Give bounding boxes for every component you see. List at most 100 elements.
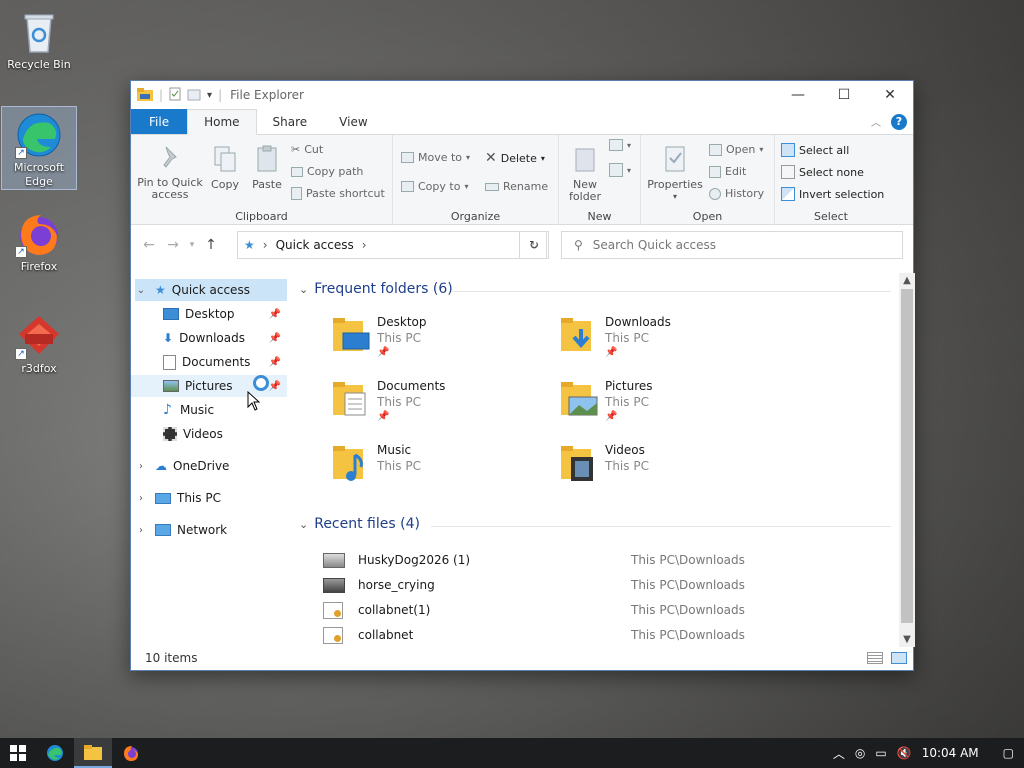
- volume-muted-icon[interactable]: 🔇: [897, 746, 912, 760]
- delete-button[interactable]: ✕ Delete ▾: [485, 150, 545, 166]
- scroll-down-icon[interactable]: ▼: [899, 634, 915, 645]
- customize-qat-icon[interactable]: ▾: [207, 90, 212, 101]
- folder-tile-pictures[interactable]: Pictures This PC 📌: [559, 379, 769, 435]
- tab-share[interactable]: Share: [257, 109, 324, 134]
- folder-tile-documents[interactable]: Documents This PC 📌: [331, 379, 541, 435]
- copy-path-button[interactable]: Copy path: [291, 165, 363, 178]
- loading-spinner-icon: [253, 375, 269, 391]
- tab-file[interactable]: File: [131, 109, 188, 134]
- nav-item-music[interactable]: ♪ Music: [131, 399, 287, 421]
- nav-item-documents[interactable]: Documents 📌: [131, 351, 287, 373]
- quick-access-toolbar: | ▾ |: [131, 87, 222, 104]
- chevron-right-icon[interactable]: ›: [135, 493, 147, 504]
- taskbar-firefox-button[interactable]: [112, 738, 150, 768]
- pin-icon[interactable]: 📌: [269, 333, 281, 344]
- open-button[interactable]: Open ▾: [709, 143, 763, 156]
- select-group-label: Select: [814, 210, 848, 223]
- tab-home[interactable]: Home: [187, 109, 257, 135]
- paste-button[interactable]: Paste: [247, 145, 287, 191]
- start-button[interactable]: [0, 738, 36, 768]
- up-arrow-icon[interactable]: ↑: [199, 237, 223, 253]
- folder-tile-music[interactable]: Music This PC: [331, 443, 541, 499]
- chevron-down-icon[interactable]: ⌄: [135, 285, 147, 296]
- pin-icon[interactable]: 📌: [269, 381, 281, 392]
- collapse-ribbon-icon[interactable]: ︿: [871, 114, 881, 129]
- breadcrumb-quick-access[interactable]: Quick access: [276, 238, 354, 252]
- nav-item-pictures[interactable]: Pictures 📌: [131, 375, 287, 397]
- desktop-icon-microsoft-edge[interactable]: ↗ Microsoft Edge: [1, 106, 77, 190]
- nav-item-desktop[interactable]: Desktop 📌: [131, 303, 287, 325]
- pin-icon[interactable]: 📌: [269, 357, 281, 368]
- large-icons-view-icon[interactable]: [891, 652, 907, 664]
- history-button[interactable]: History: [709, 187, 764, 200]
- properties-button[interactable]: Properties ▾: [645, 145, 705, 203]
- notifications-icon[interactable]: ▢: [1003, 746, 1014, 760]
- forward-arrow-icon[interactable]: →: [161, 237, 185, 253]
- meet-now-icon[interactable]: ◎: [855, 746, 865, 760]
- properties-icon: [645, 145, 705, 176]
- recent-files-header[interactable]: ⌄ Recent files (4): [299, 516, 420, 532]
- chevron-right-icon[interactable]: ›: [135, 525, 147, 536]
- easy-access-button[interactable]: ▾: [609, 163, 631, 177]
- nav-item-this-pc[interactable]: › This PC: [131, 487, 287, 509]
- minimize-icon[interactable]: —: [775, 81, 821, 109]
- network-status-icon[interactable]: ▭: [875, 746, 886, 760]
- back-arrow-icon[interactable]: ←: [137, 237, 161, 253]
- desktop-icon-firefox[interactable]: ↗ Firefox: [1, 206, 77, 273]
- select-all-button[interactable]: Select all: [781, 143, 849, 157]
- documents-folder-icon: [331, 379, 371, 419]
- desktop-icon-recycle-bin[interactable]: Recycle Bin: [1, 4, 77, 71]
- select-none-button[interactable]: Select none: [781, 165, 864, 179]
- taskbar-edge-button[interactable]: [36, 738, 74, 768]
- vertical-scrollbar[interactable]: ▲ ▼: [899, 273, 915, 647]
- move-to-button[interactable]: Move to ▾: [401, 151, 470, 164]
- rename-button[interactable]: Rename: [485, 180, 548, 193]
- chevron-right-icon[interactable]: ›: [135, 461, 147, 472]
- folder-tile-downloads[interactable]: Downloads This PC 📌: [559, 315, 769, 371]
- close-icon[interactable]: ✕: [867, 81, 913, 109]
- folder-icon: [84, 745, 102, 760]
- show-hidden-icons-chevron-icon[interactable]: ︿: [833, 745, 845, 762]
- pin-icon[interactable]: 📌: [269, 309, 281, 320]
- recent-file-row[interactable]: collabnet(1) This PC\Downloads: [323, 599, 883, 621]
- new-folder-qat-icon[interactable]: [187, 87, 201, 104]
- nav-item-downloads[interactable]: ⬇ Downloads 📌: [131, 327, 287, 349]
- folder-tile-desktop[interactable]: Desktop This PC 📌: [331, 315, 541, 371]
- cut-button[interactable]: ✂ Cut: [291, 143, 323, 156]
- nav-item-videos[interactable]: Videos: [131, 423, 287, 445]
- address-bar[interactable]: ★ › Quick access › ⌵: [237, 231, 547, 259]
- clock-time[interactable]: 10:04 AM: [922, 746, 979, 760]
- paste-shortcut-button[interactable]: Paste shortcut: [291, 187, 385, 200]
- help-icon[interactable]: ?: [891, 113, 907, 130]
- new-item-button[interactable]: ▾: [609, 139, 631, 151]
- properties-qat-icon[interactable]: [169, 87, 181, 104]
- desktop-icon-r3dfox[interactable]: ↗ r3dfox: [1, 308, 77, 375]
- search-input[interactable]: ⚲ Search Quick access: [561, 231, 903, 259]
- folder-tile-videos[interactable]: Videos This PC: [559, 443, 769, 499]
- pin-to-quick-access-button[interactable]: Pin to Quick access: [137, 145, 203, 201]
- refresh-icon[interactable]: ↻: [519, 231, 549, 259]
- paste-icon: [247, 145, 287, 176]
- invert-selection-button[interactable]: Invert selection: [781, 187, 884, 201]
- details-view-icon[interactable]: [867, 652, 883, 664]
- recent-file-row[interactable]: horse_crying This PC\Downloads: [323, 574, 883, 596]
- taskbar-file-explorer-button[interactable]: [74, 738, 112, 768]
- frequent-folders-header[interactable]: ⌄ Frequent folders (6): [299, 281, 453, 297]
- tab-view[interactable]: View: [323, 109, 383, 134]
- nav-item-network[interactable]: › Network: [131, 519, 287, 541]
- recent-file-row[interactable]: collabnet This PC\Downloads: [323, 624, 883, 646]
- copy-to-icon: [401, 181, 414, 192]
- nav-item-quick-access[interactable]: ⌄ ★ Quick access: [135, 279, 287, 301]
- edit-button[interactable]: Edit: [709, 165, 746, 178]
- new-folder-button[interactable]: New folder: [565, 145, 605, 203]
- title-bar: | ▾ | File Explorer — ☐ ✕: [131, 81, 913, 109]
- scrollbar-thumb[interactable]: [901, 289, 913, 623]
- copy-to-button[interactable]: Copy to ▾: [401, 180, 468, 193]
- recent-locations-chevron-icon[interactable]: ▾: [185, 240, 199, 250]
- maximize-icon[interactable]: ☐: [821, 81, 867, 109]
- scroll-up-icon[interactable]: ▲: [899, 275, 915, 286]
- section-divider: [431, 526, 891, 527]
- recent-file-row[interactable]: HuskyDog2026 (1) This PC\Downloads: [323, 549, 883, 571]
- copy-button[interactable]: Copy: [205, 145, 245, 191]
- nav-item-onedrive[interactable]: › ☁ OneDrive: [131, 455, 287, 477]
